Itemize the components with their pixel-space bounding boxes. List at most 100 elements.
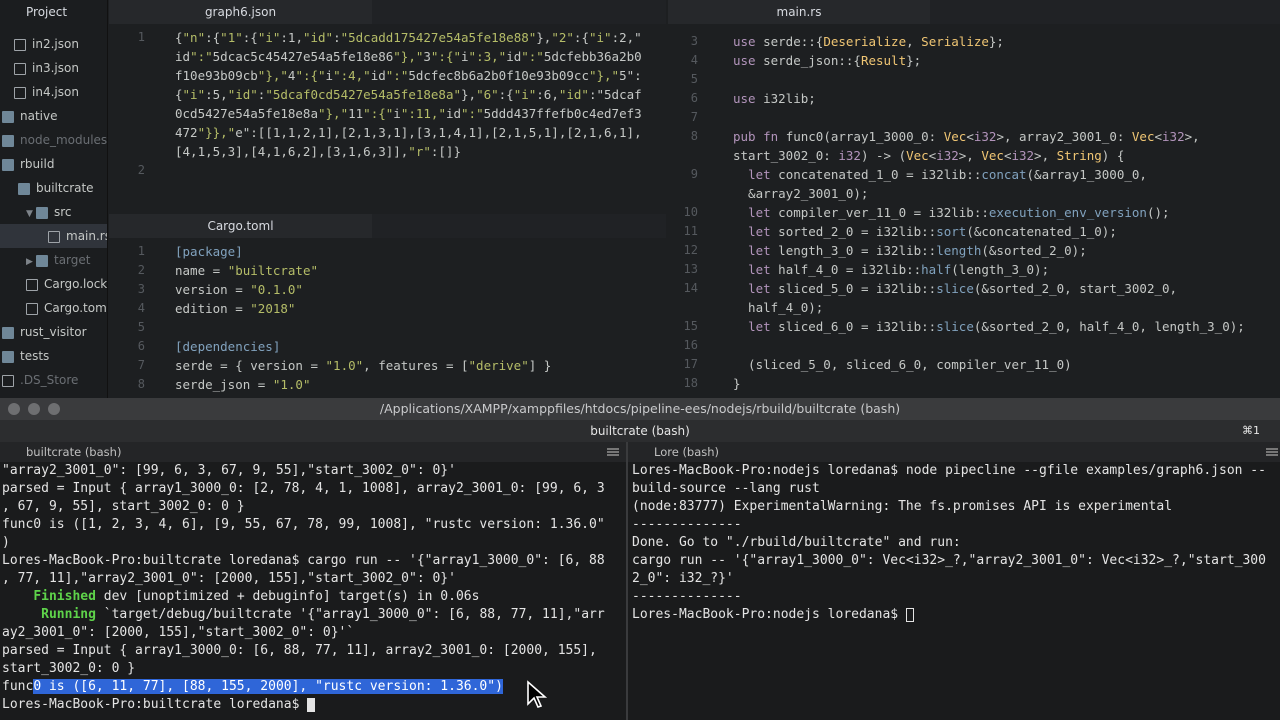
- code-line[interactable]: [175, 161, 642, 180]
- graph-json-code[interactable]: {"n":{"1":{"i":1,"id":"5dcadd175427e54a5…: [175, 28, 642, 180]
- code-line[interactable]: [733, 70, 1245, 89]
- code-line[interactable]: half_4_0);: [733, 298, 1245, 317]
- mouse-pointer-icon: [527, 680, 548, 708]
- sidebar-item[interactable]: Cargo.lock: [0, 272, 107, 296]
- code-line[interactable]: [733, 108, 1245, 127]
- code-line[interactable]: let compiler_ver_11_0 = i32lib::executio…: [733, 203, 1245, 222]
- sidebar-item[interactable]: .DS_Store: [0, 368, 107, 392]
- terminal-line: Running `target/debug/builtcrate '{"arra…: [41, 607, 605, 622]
- folder-icon: [36, 254, 48, 267]
- line-number: 9: [690, 167, 698, 181]
- code-line[interactable]: [733, 336, 1245, 355]
- sidebar-item[interactable]: in3.json: [0, 56, 107, 80]
- sidebar-item[interactable]: node_modules: [0, 128, 107, 152]
- line-number: 6: [690, 91, 698, 105]
- code-line[interactable]: name = "builtcrate": [175, 261, 551, 280]
- code-line[interactable]: {"i":5,"id":"5dcaf0cd5427e54a5fe18e8a"},…: [175, 85, 642, 104]
- code-line[interactable]: pub fn func0(array1_3000_0: Vec<i32>, ar…: [733, 127, 1245, 146]
- line-number: 4: [137, 301, 145, 315]
- sidebar-item-label: in2.json: [32, 37, 79, 51]
- code-line[interactable]: let sliced_6_0 = i32lib::slice(&sorted_2…: [733, 317, 1245, 336]
- file-icon: [2, 374, 14, 387]
- menu-icon[interactable]: [607, 448, 619, 456]
- right-split-header[interactable]: Lore (bash): [628, 442, 1280, 462]
- sidebar-item[interactable]: rbuild: [0, 152, 107, 176]
- code-line[interactable]: id":"5dcac5c45427e54a5fe18e86"},"3":{"i"…: [175, 47, 642, 66]
- code-line[interactable]: serde = { version = "1.0", features = ["…: [175, 356, 551, 375]
- chevron-right-icon[interactable]: ▶: [26, 250, 36, 272]
- sidebar-item[interactable]: builtcrate: [0, 176, 107, 200]
- code-line[interactable]: {"n":{"1":{"i":1,"id":"5dcadd175427e54a5…: [175, 28, 642, 47]
- left-split-header[interactable]: builtcrate (bash): [0, 442, 626, 462]
- line-number: 1: [137, 244, 145, 258]
- sidebar-item[interactable]: tests: [0, 344, 107, 368]
- line-number: 4: [690, 53, 698, 67]
- sidebar-item-label: .DS_Store: [20, 373, 79, 387]
- sidebar-item[interactable]: rust_visitor: [0, 320, 107, 344]
- sidebar-item-label: in4.json: [32, 85, 79, 99]
- code-line[interactable]: use serde::{Deserialize, Serialize};: [733, 32, 1245, 51]
- line-number: 1: [137, 30, 145, 44]
- code-line[interactable]: let concatenated_1_0 = i32lib::concat(&a…: [733, 165, 1245, 184]
- terminal-right-output[interactable]: Lores-MacBook-Pro:nodejs loredana$ node …: [632, 462, 1280, 720]
- menu-icon[interactable]: [1266, 448, 1278, 456]
- sidebar-header: Project: [26, 5, 68, 19]
- terminal-line: func0 is ([1, 2, 3, 4, 6], [9, 55, 67, 7…: [2, 517, 605, 532]
- main-rs-code[interactable]: use serde::{Deserialize, Serialize}; use …: [733, 32, 1245, 393]
- sidebar-item[interactable]: main.rs: [0, 224, 108, 248]
- folder-icon: [36, 206, 48, 219]
- pane-tabbar: graph6.json: [109, 0, 666, 24]
- code-line[interactable]: use i32lib;: [733, 89, 1245, 108]
- line-number: 6: [137, 339, 145, 353]
- code-line[interactable]: 0cd5427e54a5fe18e8a"},"11":{"i":11,"id":…: [175, 104, 642, 123]
- code-line[interactable]: version = "0.1.0": [175, 280, 551, 299]
- line-number: 12: [683, 243, 698, 257]
- sidebar-item[interactable]: Cargo.toml: [0, 296, 107, 320]
- tab-main-rs[interactable]: main.rs: [668, 0, 930, 24]
- code-line[interactable]: [package]: [175, 242, 551, 261]
- code-line[interactable]: start_3002_0: i32) -> (Vec<i32>, Vec<i32…: [733, 146, 1245, 165]
- folder-icon: [2, 158, 14, 171]
- sidebar-item[interactable]: in2.json: [0, 32, 107, 56]
- code-line[interactable]: let length_3_0 = i32lib::length(&sorted_…: [733, 241, 1245, 260]
- line-number: [125, 66, 145, 85]
- cargo-toml-code[interactable]: [package] name = "builtcrate" version = "0…: [175, 242, 551, 394]
- line-number: 15: [683, 319, 698, 333]
- code-line[interactable]: serde_json = "1.0": [175, 375, 551, 394]
- code-line[interactable]: [175, 318, 551, 337]
- line-number: 14: [683, 281, 698, 295]
- code-line[interactable]: 472"}},"e":[[1,1,2,1],[2,1,3,1],[3,1,4,1…: [175, 123, 642, 142]
- line-number: [125, 47, 145, 66]
- code-line[interactable]: f10e93b09cb"},"4":{"i":4,"id":"5dcfec8b6…: [175, 66, 642, 85]
- split-divider[interactable]: [626, 442, 628, 720]
- terminal-titlebar: /Applications/XAMPP/xamppfiles/htdocs/pi…: [0, 398, 1280, 420]
- code-line[interactable]: edition = "2018": [175, 299, 551, 318]
- code-line[interactable]: let sliced_5_0 = i32lib::slice(&sorted_2…: [733, 279, 1245, 298]
- tab-cargo-toml[interactable]: Cargo.toml: [109, 214, 372, 238]
- sidebar-item[interactable]: native: [0, 104, 107, 128]
- sidebar-item-label: main.rs: [66, 229, 108, 243]
- tab-graph6-json[interactable]: graph6.json: [109, 0, 372, 24]
- code-line[interactable]: [dependencies]: [175, 337, 551, 356]
- pane-tabbar: Cargo.toml: [109, 214, 666, 238]
- code-line[interactable]: }: [733, 374, 1245, 393]
- code-line[interactable]: let sorted_2_0 = i32lib::sort(&concatena…: [733, 222, 1245, 241]
- sidebar-item[interactable]: ▶ target: [0, 248, 107, 272]
- terminal-line: build-source --lang rust: [632, 481, 820, 496]
- code-line[interactable]: (sliced_5_0, sliced_6_0, compiler_ver_11…: [733, 355, 1245, 374]
- line-numbers: 12: [125, 28, 145, 180]
- terminal-tab-builtcrate[interactable]: builtcrate (bash): [0, 420, 1280, 442]
- line-numbers: 1 2 3 4 5 6 7 8: [125, 242, 145, 394]
- line-number: 2: [137, 263, 145, 277]
- chevron-down-icon[interactable]: ▼: [26, 202, 36, 224]
- code-line[interactable]: let half_4_0 = i32lib::half(length_3_0);: [733, 260, 1245, 279]
- code-line[interactable]: &array2_3001_0);: [733, 184, 1245, 203]
- file-icon: [14, 38, 26, 51]
- terminal-line: Done. Go to "./rbuild/builtcrate" and ru…: [632, 535, 961, 550]
- code-line[interactable]: use serde_json::{Result};: [733, 51, 1245, 70]
- sidebar-item[interactable]: in4.json: [0, 80, 107, 104]
- line-number: [125, 104, 145, 123]
- file-icon: [26, 302, 38, 315]
- sidebar-item[interactable]: ▼ src: [0, 200, 107, 224]
- code-line[interactable]: [4,1,5,3],[4,1,6,2],[3,1,6,3]],"r":[]}: [175, 142, 642, 161]
